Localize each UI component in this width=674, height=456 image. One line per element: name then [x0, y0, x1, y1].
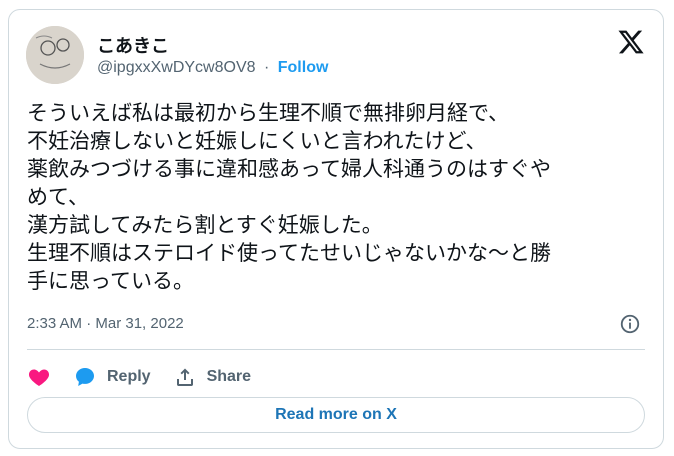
avatar-doodle-icon	[26, 26, 84, 84]
tweet-line: めて、	[27, 185, 89, 209]
avatar[interactable]	[26, 26, 84, 84]
x-logo-icon[interactable]	[617, 28, 645, 56]
action-bar: Reply Share	[27, 359, 273, 395]
reply-bubble-icon	[76, 368, 94, 386]
share-label: Share	[206, 368, 252, 385]
tweet-line: 手に思っている。	[27, 269, 194, 293]
share-upload-icon	[176, 368, 193, 386]
share-button[interactable]: Share	[173, 365, 251, 389]
author-handle-row: @ipgxxXwDYcw8OV8 · Follow	[97, 59, 328, 77]
tweet-line: 漢方試してみたら割とすぐ妊娠した。	[27, 213, 383, 237]
follow-button[interactable]: Follow	[278, 59, 329, 76]
reply-button[interactable]: Reply	[73, 365, 151, 389]
tweet-line: そういえば私は最初から生理不順で無排卵月経で、	[27, 101, 510, 125]
heart-icon	[28, 369, 50, 386]
tweet-timestamp[interactable]: 2:33 AM · Mar 31, 2022	[27, 315, 184, 332]
like-button[interactable]	[27, 365, 51, 389]
tweet-text: そういえば私は最初から生理不順で無排卵月経で、 不妊治療しないと妊娠しにくいと言…	[27, 99, 647, 295]
tweet-line: 薬飲みつづける事に違和感あって婦人科通うのはすぐや	[27, 157, 551, 181]
handle-separator: ·	[263, 59, 270, 76]
info-icon[interactable]	[619, 313, 641, 335]
tweet-line: 不妊治療しないと妊娠しにくいと言われたけど、	[27, 129, 487, 153]
read-more-label: Read more on X	[275, 406, 397, 423]
read-more-button[interactable]: Read more on X	[27, 397, 645, 433]
divider	[27, 349, 645, 350]
reply-label: Reply	[107, 368, 151, 385]
tweet-card: こあきこ @ipgxxXwDYcw8OV8 · Follow そういえば私は最初…	[8, 9, 664, 449]
author-name[interactable]: こあきこ	[97, 32, 169, 58]
tweet-line: 生理不順はステロイド使ってたせいじゃないかな〜と勝	[27, 241, 551, 265]
author-handle[interactable]: @ipgxxXwDYcw8OV8	[97, 59, 256, 76]
